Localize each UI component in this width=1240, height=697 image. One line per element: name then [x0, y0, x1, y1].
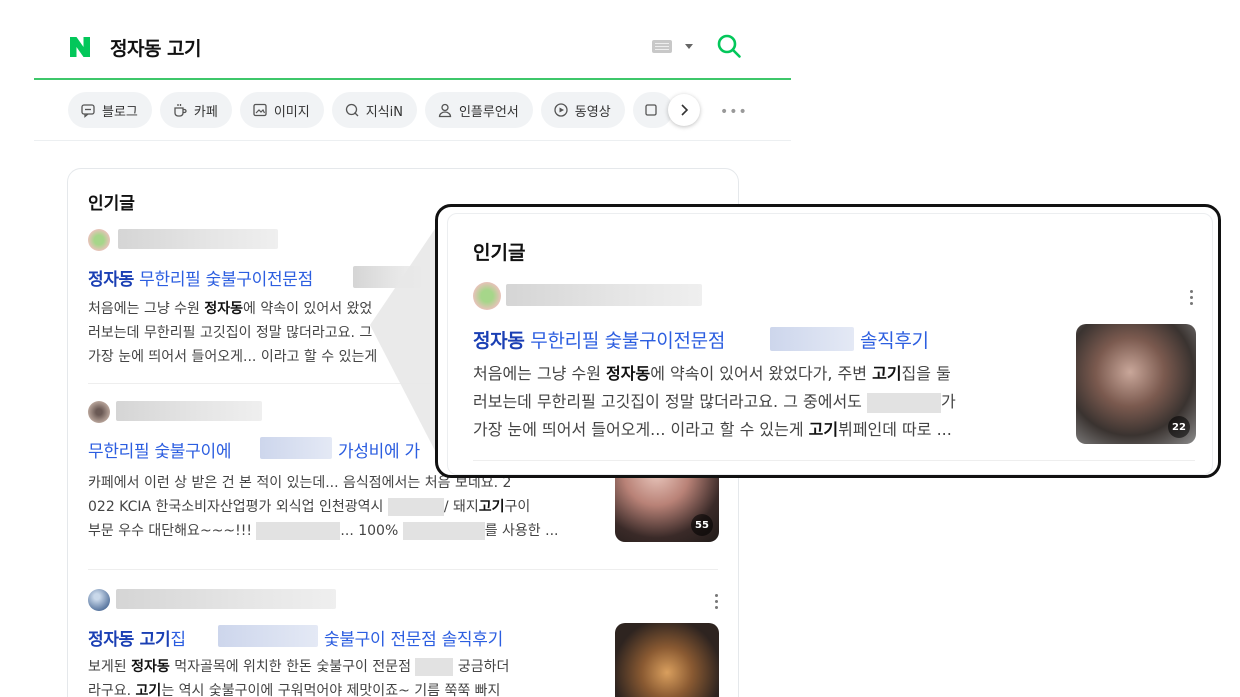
- cafe-icon: [174, 104, 187, 117]
- more-options-icon[interactable]: [1190, 290, 1194, 306]
- snippet-line: 러보는데 무한리필 고깃집이 정말 많더라고요. 그: [88, 325, 373, 341]
- snippet-line: 보게된 정자동 먹자골목에 위치한 한돈 숯불구이 전문점 궁금하더: [88, 658, 510, 676]
- photo-count-badge: 55: [691, 514, 713, 536]
- tab-label: 동영상: [574, 104, 611, 120]
- tab-label: 이미지: [273, 104, 310, 120]
- tabs-next-button[interactable]: [668, 94, 700, 126]
- divider: [88, 569, 718, 570]
- chevron-right-icon: [681, 104, 689, 116]
- avatar[interactable]: [88, 229, 110, 251]
- post-title-text: 무한리필 숯불구이에: [88, 442, 232, 462]
- post-title-link[interactable]: 정자동 고기집: [88, 625, 186, 650]
- snippet-line: 처음에는 그냥 수원 정자동에 약속이 있어서 왔었다가, 주변 고기집을 둘: [473, 364, 951, 383]
- post-title-keyword: 정자동: [473, 330, 525, 352]
- snippet-line: 러보는데 무한리필 고깃집이 정말 많더라고요. 그 중에서도 가: [473, 392, 956, 413]
- post-thumbnail[interactable]: [615, 623, 719, 697]
- tab-label: 지식iN: [365, 104, 403, 120]
- post-title-link[interactable]: 무한리필 숯불구이에: [88, 437, 231, 462]
- zoomed-post-callout: 인기글 정자동 무한리필 숯불구이전문점 솔직후기 처음에는 그냥 수원 정자동…: [435, 204, 1221, 478]
- post-title-text: 무한리필 숯불구이전문점: [134, 270, 313, 290]
- post-snippet[interactable]: 카페에서 이런 상 받은 건 본 적이 있는데... 음식점에서는 처음 보네요…: [88, 471, 598, 543]
- tab-knowledge-in[interactable]: 지식iN: [331, 92, 417, 128]
- more-options-icon[interactable]: [715, 594, 719, 610]
- post-title-link[interactable]: 정자동 무한리필 숯불구이전문점: [88, 265, 313, 290]
- divider: [34, 140, 791, 141]
- post-title-link[interactable]: 솔직후기: [860, 326, 929, 353]
- post-title-text: 가성비에 가: [338, 442, 420, 462]
- post-title-text: 무한리필 숯불구이전문점: [524, 330, 726, 352]
- snippet-line: 라구요. 고기는 역시 숯불구이에 구워먹어야 제맛이죠~ 기름 쭉쭉 빠지: [88, 683, 501, 697]
- tab-cafe[interactable]: 카페: [159, 92, 232, 128]
- photo-count-badge: 22: [1168, 416, 1190, 438]
- post-title-text: 집: [170, 630, 186, 650]
- section-title: 인기글: [88, 194, 135, 214]
- blurred-store-name: [353, 266, 421, 288]
- search-bar: 정자동 고기: [34, 22, 791, 80]
- chevron-down-icon[interactable]: [685, 44, 693, 49]
- post-title-link[interactable]: 숯불구이 전문점 솔직후기: [324, 625, 503, 650]
- tab-image[interactable]: 이미지: [239, 92, 324, 128]
- naver-logo-icon[interactable]: [68, 35, 92, 59]
- post-snippet[interactable]: 처음에는 그냥 수원 정자동에 약속이 있어서 왔었다가, 주변 고기집을 둘 …: [473, 360, 1063, 444]
- knowledge-icon: [345, 103, 359, 117]
- post-title-keyword: 정자동: [88, 270, 135, 290]
- section-title: 인기글: [473, 242, 526, 264]
- avatar[interactable]: [473, 282, 501, 310]
- blurred-author-name[interactable]: [118, 229, 278, 249]
- blurred-store-name: [770, 327, 854, 351]
- image-icon: [253, 103, 267, 117]
- blurred-author-name[interactable]: [506, 284, 702, 306]
- influencer-icon: [438, 103, 452, 118]
- more-icon[interactable]: •••: [720, 104, 747, 120]
- divider: [473, 460, 1195, 461]
- post-title-text: 솔직후기: [860, 330, 929, 352]
- video-icon: [554, 103, 568, 117]
- blurred-store-name: [218, 625, 318, 647]
- tab-label: 인플루언서: [458, 104, 519, 120]
- snippet-line: 처음에는 그냥 수원 정자동에 약속이 있어서 왔었: [88, 301, 373, 317]
- tab-video[interactable]: 동영상: [540, 92, 625, 128]
- zoomed-card: 인기글 정자동 무한리필 숯불구이전문점 솔직후기 처음에는 그냥 수원 정자동…: [447, 213, 1213, 475]
- post-thumbnail[interactable]: 22: [1076, 324, 1196, 444]
- tab-label: 카페: [193, 104, 218, 120]
- search-icon[interactable]: [716, 33, 742, 59]
- search-input[interactable]: 정자동 고기: [110, 34, 202, 61]
- post-title-keyword: 정자동 고기: [88, 630, 171, 650]
- tab-label: 블로그: [102, 104, 138, 120]
- tab-influencer[interactable]: 인플루언서: [424, 92, 533, 128]
- blurred-store-name: [260, 437, 332, 459]
- post-snippet[interactable]: 처음에는 그냥 수원 정자동에 약속이 있어서 왔었 러보는데 무한리필 고깃집…: [88, 297, 438, 369]
- keyboard-icon[interactable]: [652, 40, 672, 53]
- blog-icon: [81, 104, 95, 118]
- snippet-line: 022 KCIA 한국소비자산업평가 외식업 인천광역시 / 돼지고기구이: [88, 498, 531, 516]
- avatar[interactable]: [88, 401, 110, 423]
- post-title-link[interactable]: 가성비에 가: [338, 437, 420, 462]
- post-title-link[interactable]: 정자동 무한리필 숯불구이전문점: [473, 326, 725, 353]
- snippet-line: 가장 눈에 띄어서 들어오게... 이라고 할 수 있는게: [88, 349, 378, 365]
- blurred-author-name[interactable]: [116, 589, 336, 609]
- snippet-line: 가장 눈에 띄어서 들어오게... 이라고 할 수 있는게 고기뷔페인데 따로 …: [473, 420, 952, 439]
- news-icon: [645, 104, 657, 116]
- snippet-line: 부문 우수 대단해요~~~!!! ... 100% 를 사용한 ...: [88, 522, 559, 540]
- blurred-author-name[interactable]: [116, 401, 262, 421]
- post-snippet[interactable]: 보게된 정자동 먹자골목에 위치한 한돈 숯불구이 전문점 궁금하더 라구요. …: [88, 655, 598, 697]
- search-tabs: 블로그 카페 이미지 지식iN 인플루언서 동영상: [68, 92, 708, 128]
- tab-overflow[interactable]: [632, 92, 673, 128]
- tab-blog[interactable]: 블로그: [68, 92, 152, 128]
- avatar[interactable]: [88, 589, 110, 611]
- post-title-text: 숯불구이 전문점 솔직후기: [324, 630, 503, 650]
